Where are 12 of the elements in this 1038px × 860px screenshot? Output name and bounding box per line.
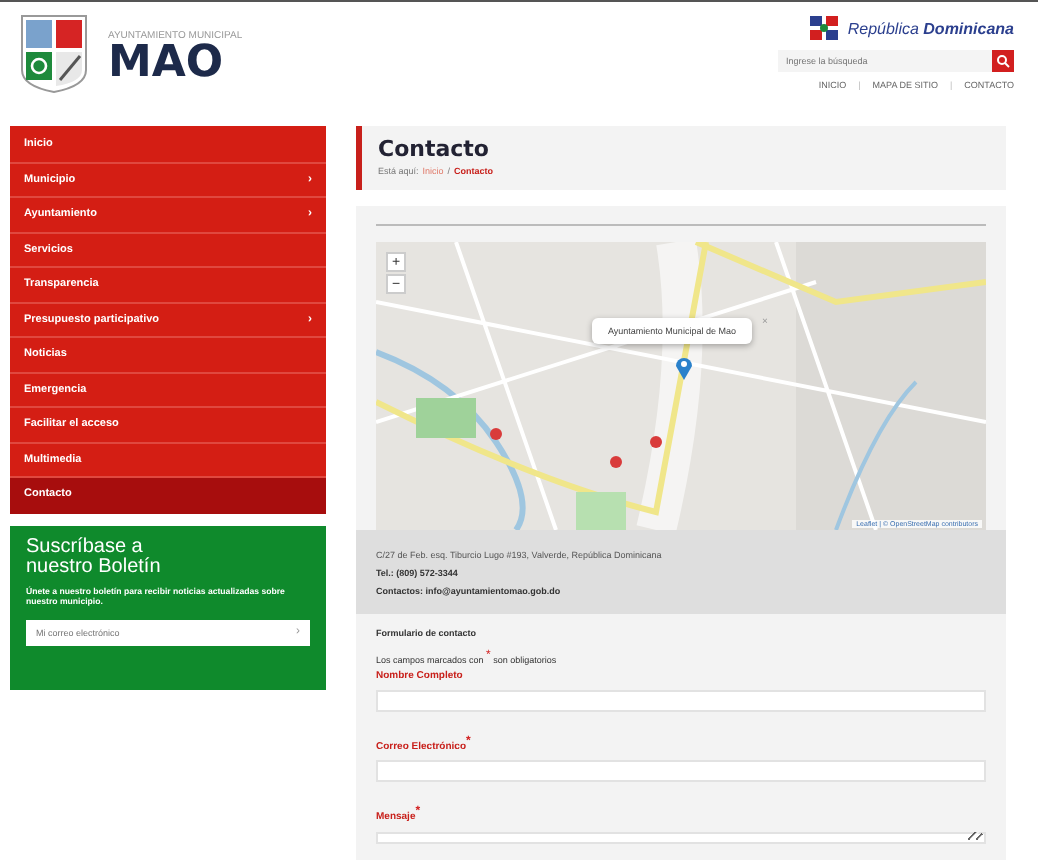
shield-logo <box>20 14 88 94</box>
page-title: Contacto <box>378 136 491 162</box>
text-field[interactable] <box>376 760 986 783</box>
map-pin-icon <box>674 354 694 380</box>
newsletter-title: Suscríbase a nuestro Boletín <box>26 537 163 579</box>
country-name: República Dominicana <box>847 19 1014 37</box>
text-field[interactable] <box>376 689 986 711</box>
search-icon <box>996 54 1010 68</box>
logo-title: MAO <box>108 42 226 86</box>
search-button[interactable] <box>992 50 1014 72</box>
coat-of-arms-icon <box>807 14 840 42</box>
message-field[interactable] <box>376 831 986 844</box>
